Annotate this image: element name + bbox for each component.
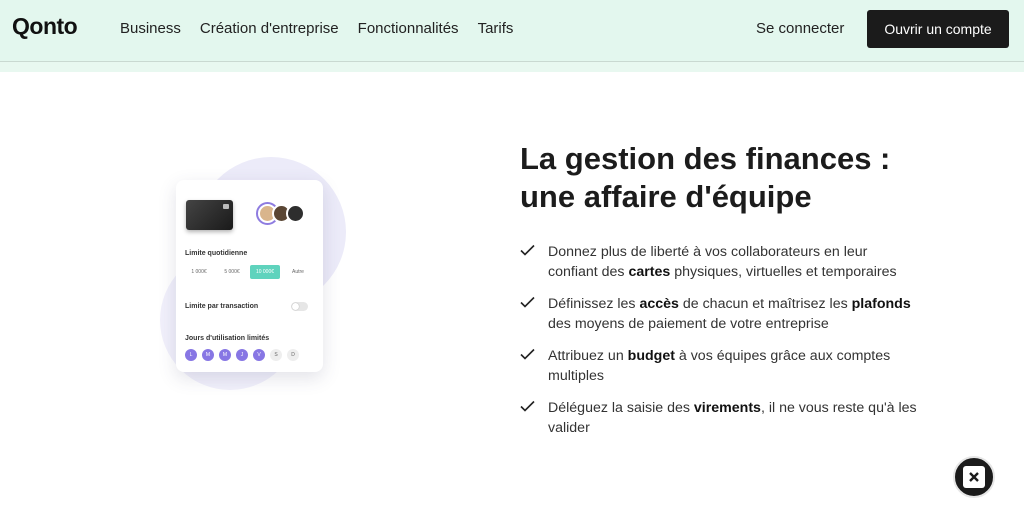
site-header: Qonto Business Création d'entreprise Fon… xyxy=(0,0,1024,62)
card-settings-illustration: Limite quotidienne 1 000€ 5 000€ 10 000€… xyxy=(176,180,323,372)
open-account-button[interactable]: Ouvrir un compte xyxy=(867,10,1009,48)
header-shadow xyxy=(0,62,1024,72)
feature-item: Définissez les accès de chacun et maîtri… xyxy=(520,294,920,334)
title-line-2: une affaire d'équipe xyxy=(520,179,812,214)
qonto-logo[interactable]: Qonto xyxy=(12,13,78,40)
login-link[interactable]: Se connecter xyxy=(756,20,844,37)
team-avatars xyxy=(256,202,305,225)
feature-item: Déléguez la saisie des virements, il ne … xyxy=(520,398,920,438)
check-icon xyxy=(520,296,535,308)
nav-tarifs[interactable]: Tarifs xyxy=(478,20,514,37)
check-icon xyxy=(520,348,535,360)
day-chip: V xyxy=(253,349,265,361)
main-nav: Business Création d'entreprise Fonctionn… xyxy=(120,20,513,37)
day-chip: D xyxy=(287,349,299,361)
feature-list: Donnez plus de liberté à vos collaborate… xyxy=(520,242,920,450)
limit-options: 1 000€ 5 000€ 10 000€ Autre xyxy=(184,265,313,279)
daily-limit-label: Limite quotidienne xyxy=(185,250,248,257)
per-transaction-toggle xyxy=(291,302,308,311)
nav-creation-entreprise[interactable]: Création d'entreprise xyxy=(200,20,339,37)
check-icon xyxy=(520,244,535,256)
day-chip: M xyxy=(202,349,214,361)
usage-days-label: Jours d'utilisation limités xyxy=(185,335,270,342)
day-chip: S xyxy=(270,349,282,361)
day-chip: J xyxy=(236,349,248,361)
nav-business[interactable]: Business xyxy=(120,20,181,37)
chat-widget-button[interactable] xyxy=(953,456,995,498)
section-title: La gestion des finances : une affaire d'… xyxy=(520,140,940,216)
weekday-selector: L M M J V S D xyxy=(185,349,299,361)
day-chip: L xyxy=(185,349,197,361)
title-line-1: La gestion des finances : xyxy=(520,141,891,176)
limit-option: Autre xyxy=(283,265,313,279)
limit-option-selected: 10 000€ xyxy=(250,265,280,279)
limit-option: 1 000€ xyxy=(184,265,214,279)
payment-card-image xyxy=(186,200,233,230)
nav-fonctionnalites[interactable]: Fonctionnalités xyxy=(358,20,459,37)
check-icon xyxy=(520,400,535,412)
per-transaction-label: Limite par transaction xyxy=(185,303,259,310)
day-chip: M xyxy=(219,349,231,361)
feature-item: Attribuez un budget à vos équipes grâce … xyxy=(520,346,920,386)
avatar xyxy=(286,204,305,223)
feature-item: Donnez plus de liberté à vos collaborate… xyxy=(520,242,920,282)
chat-widget-icon xyxy=(963,466,985,488)
limit-option: 5 000€ xyxy=(217,265,247,279)
